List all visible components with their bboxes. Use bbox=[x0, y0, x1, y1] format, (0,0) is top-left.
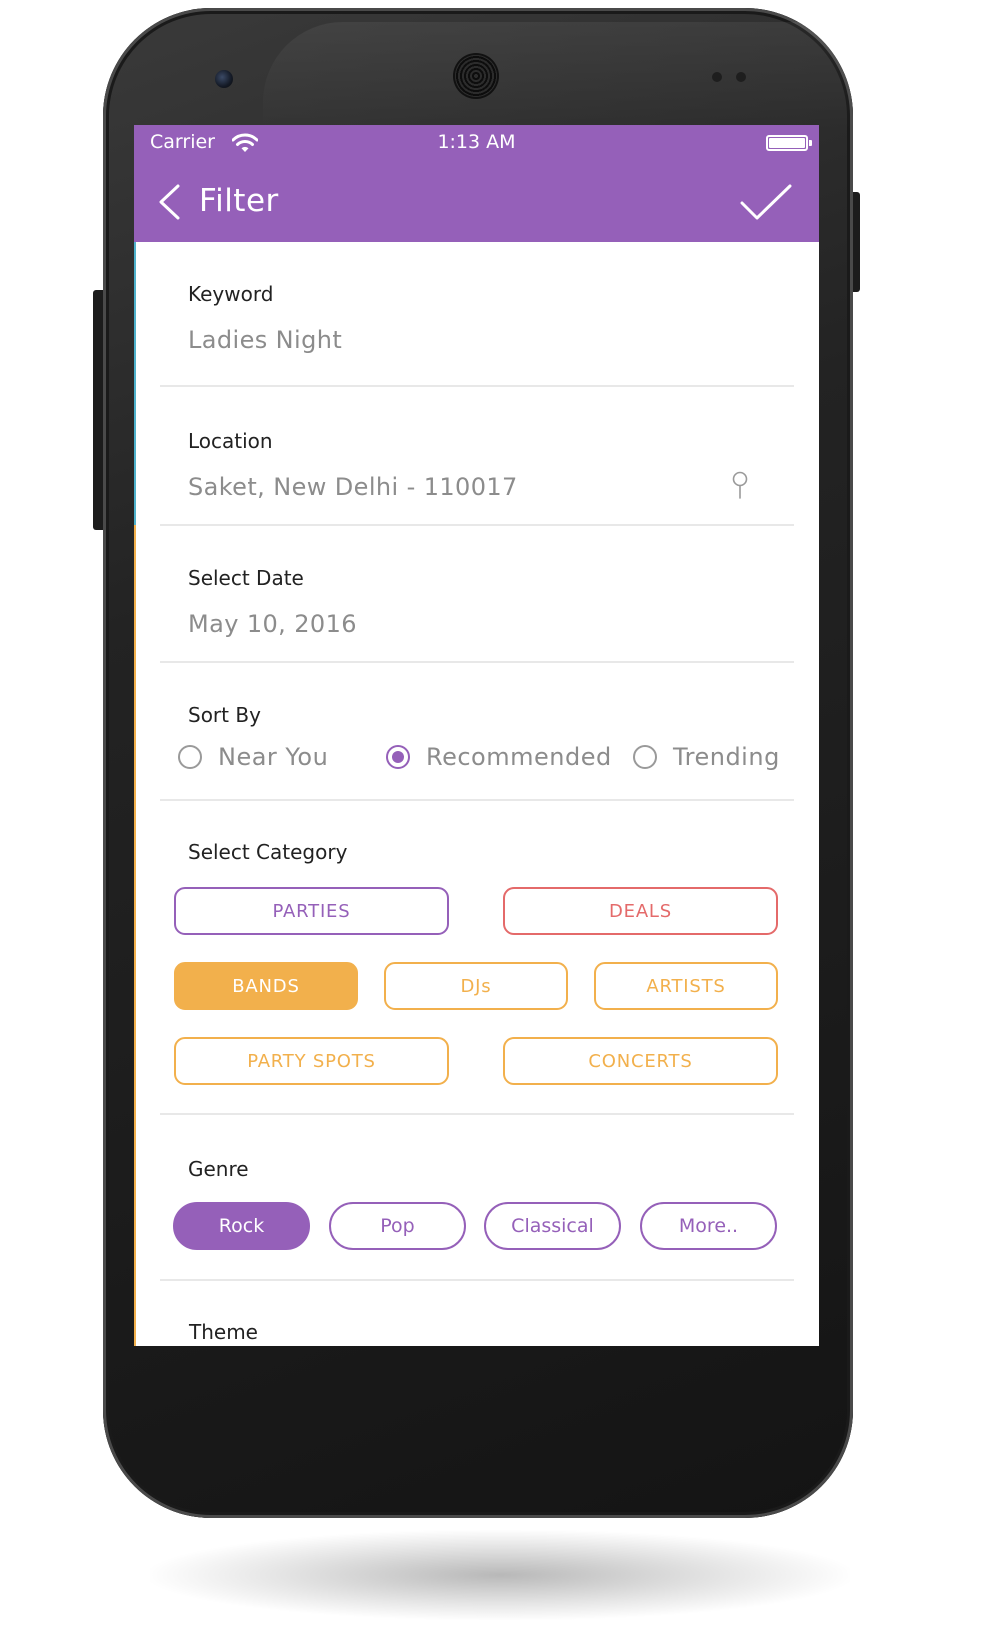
app-bar: Carrier 1:13 AM Filter bbox=[134, 125, 819, 242]
status-time: 1:13 AM bbox=[437, 131, 516, 153]
category-chip-party-spots[interactable]: PARTY SPOTS bbox=[174, 1037, 449, 1085]
radio-recommended[interactable] bbox=[386, 745, 410, 769]
date-label: Select Date bbox=[188, 566, 304, 590]
keyword-input[interactable]: Ladies Night bbox=[188, 326, 342, 354]
back-arrow-icon[interactable] bbox=[156, 183, 182, 221]
location-field[interactable]: Location Saket, New Delhi - 110017 bbox=[160, 387, 794, 526]
location-label: Location bbox=[188, 429, 273, 453]
phone-sheen bbox=[263, 22, 903, 132]
app-screen: Carrier 1:13 AM Filter Keyword Ladies Ni bbox=[134, 125, 819, 1346]
genre-section: Genre Rock Pop Classical More.. bbox=[160, 1115, 794, 1281]
category-chip-djs[interactable]: DJs bbox=[384, 962, 568, 1010]
genre-pill-pop[interactable]: Pop bbox=[329, 1202, 466, 1250]
theme-label: Theme bbox=[189, 1320, 258, 1344]
date-field[interactable]: Select Date May 10, 2016 bbox=[160, 526, 794, 663]
front-camera bbox=[215, 70, 233, 88]
sort-option-trending[interactable]: Trending bbox=[633, 743, 780, 771]
category-chip-concerts[interactable]: CONCERTS bbox=[503, 1037, 778, 1085]
battery-icon bbox=[766, 135, 812, 151]
category-chip-artists[interactable]: ARTISTS bbox=[594, 962, 778, 1010]
device-shadow bbox=[150, 1530, 850, 1620]
page-title: Filter bbox=[199, 183, 279, 219]
filter-form: Keyword Ladies Night Location Saket, New… bbox=[134, 242, 819, 1346]
sort-option-recommended[interactable]: Recommended bbox=[386, 743, 612, 771]
radio-trending[interactable] bbox=[633, 745, 657, 769]
keyword-label: Keyword bbox=[188, 282, 274, 306]
genre-pill-classical[interactable]: Classical bbox=[484, 1202, 621, 1250]
radio-near-you[interactable] bbox=[178, 745, 202, 769]
category-chip-deals[interactable]: DEALS bbox=[503, 887, 778, 935]
sort-option-label: Recommended bbox=[426, 743, 612, 771]
confirm-check-icon[interactable] bbox=[739, 183, 793, 223]
status-bar: Carrier 1:13 AM bbox=[134, 125, 819, 159]
genre-pill-rock[interactable]: Rock bbox=[173, 1202, 310, 1250]
genre-pill-more[interactable]: More.. bbox=[640, 1202, 777, 1250]
sort-option-label: Trending bbox=[673, 743, 780, 771]
category-chip-bands[interactable]: BANDS bbox=[174, 962, 358, 1010]
date-input[interactable]: May 10, 2016 bbox=[188, 610, 357, 638]
sort-section: Sort By Near You Recommended Trending bbox=[160, 663, 794, 801]
category-section: Select Category PARTIES DEALS BANDS DJs … bbox=[160, 801, 794, 1115]
light-sensor bbox=[736, 72, 746, 82]
location-input[interactable]: Saket, New Delhi - 110017 bbox=[188, 473, 518, 501]
earpiece-speaker bbox=[455, 55, 497, 97]
location-pin-icon[interactable] bbox=[732, 471, 748, 499]
genre-label: Genre bbox=[188, 1157, 249, 1181]
keyword-field[interactable]: Keyword Ladies Night bbox=[160, 242, 794, 387]
proximity-sensor bbox=[712, 72, 722, 82]
category-label: Select Category bbox=[188, 840, 348, 864]
sort-option-label: Near You bbox=[218, 743, 329, 771]
sort-label: Sort By bbox=[188, 703, 261, 727]
category-chip-parties[interactable]: PARTIES bbox=[174, 887, 449, 935]
sort-option-near-you[interactable]: Near You bbox=[178, 743, 328, 771]
